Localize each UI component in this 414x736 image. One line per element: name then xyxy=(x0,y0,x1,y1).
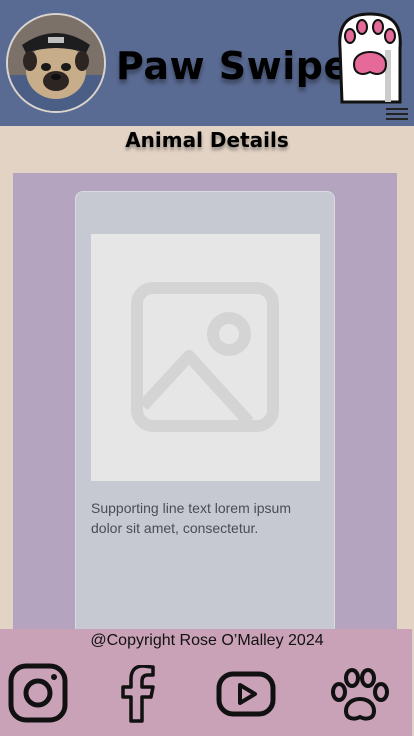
avatar xyxy=(6,13,106,113)
app-header: Paw Swipe xyxy=(0,0,414,126)
content-panel: Supporting line text lorem ipsum dolor s… xyxy=(13,173,397,651)
paw-icon xyxy=(334,10,406,104)
hamburger-menu-icon[interactable] xyxy=(386,106,408,122)
supporting-text: Supporting line text lorem ipsum dolor s… xyxy=(91,500,291,536)
pug-avatar-image xyxy=(8,15,104,111)
image-placeholder-icon xyxy=(131,282,279,432)
facebook-icon[interactable] xyxy=(120,664,156,728)
image-placeholder xyxy=(91,234,320,481)
instagram-icon[interactable] xyxy=(8,663,68,728)
app-title: Paw Swipe xyxy=(116,44,350,88)
paw-icon[interactable] xyxy=(330,667,390,728)
copyright-text: @Copyright Rose O’Malley 2024 xyxy=(90,632,324,649)
animal-card[interactable]: Supporting line text lorem ipsum dolor s… xyxy=(75,191,335,651)
footer: @Copyright Rose O’Malley 2024 xyxy=(0,629,412,736)
youtube-icon[interactable] xyxy=(216,671,276,722)
page-title: Animal Details xyxy=(125,128,289,152)
